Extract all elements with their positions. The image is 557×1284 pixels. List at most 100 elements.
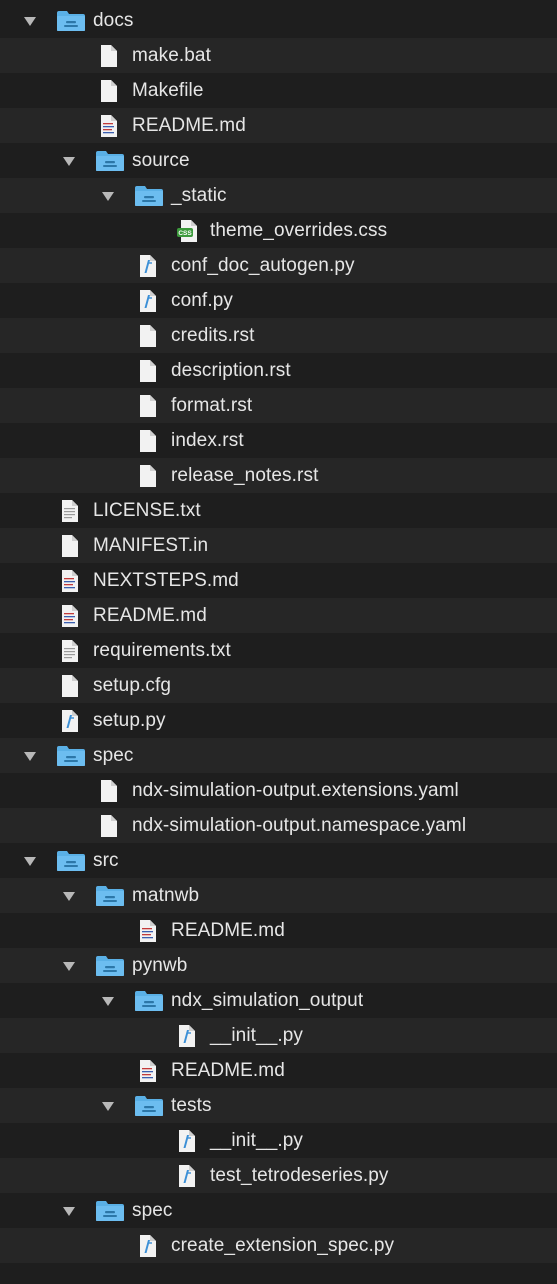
tree-file-row[interactable]: ndx-simulation-output.namespace.yaml: [0, 808, 557, 843]
file-name: release_notes.rst: [171, 465, 319, 486]
file-name: setup.cfg: [93, 675, 172, 696]
tree-folder-row[interactable]: pynwb: [0, 948, 557, 983]
folder-icon: [134, 178, 164, 213]
folder-name: tests: [171, 1095, 212, 1116]
tree-file-row[interactable]: Makefile: [0, 73, 557, 108]
file-name: credits.rst: [171, 325, 255, 346]
markdown-file-icon: [138, 913, 158, 948]
markdown-file-icon: [138, 1053, 158, 1088]
disclosure-chevron-down-icon[interactable]: [59, 143, 79, 178]
file-name: NEXTSTEPS.md: [93, 570, 239, 591]
disclosure-chevron-down-icon[interactable]: [20, 843, 40, 878]
disclosure-chevron-down-icon[interactable]: [59, 878, 79, 913]
python-file-icon: [177, 1018, 197, 1053]
file-name: conf.py: [171, 290, 233, 311]
file-icon: [138, 353, 158, 388]
tree-folder-row[interactable]: _static: [0, 178, 557, 213]
folder-icon: [56, 843, 86, 878]
file-icon: [138, 458, 158, 493]
tree-folder-row[interactable]: tests: [0, 1088, 557, 1123]
tree-file-row[interactable]: CSS theme_overrides.css: [0, 213, 557, 248]
disclosure-chevron-down-icon[interactable]: [98, 178, 118, 213]
markdown-file-icon: [60, 598, 80, 633]
tree-folder-row[interactable]: matnwb: [0, 878, 557, 913]
text-file-icon: [60, 633, 80, 668]
tree-file-row[interactable]: NEXTSTEPS.md: [0, 563, 557, 598]
disclosure-chevron-down-icon[interactable]: [98, 1088, 118, 1123]
disclosure-chevron-down-icon[interactable]: [59, 948, 79, 983]
python-file-icon: [138, 283, 158, 318]
tree-file-row[interactable]: release_notes.rst: [0, 458, 557, 493]
file-name: format.rst: [171, 395, 253, 416]
tree-file-row[interactable]: make.bat: [0, 38, 557, 73]
folder-icon: [95, 143, 125, 178]
file-name: index.rst: [171, 430, 244, 451]
disclosure-chevron-down-icon[interactable]: [59, 1193, 79, 1228]
tree-file-row[interactable]: requirements.txt: [0, 633, 557, 668]
python-file-icon: [177, 1123, 197, 1158]
folder-name: matnwb: [132, 885, 200, 906]
tree-file-row[interactable]: LICENSE.txt: [0, 493, 557, 528]
tree-folder-row[interactable]: spec: [0, 738, 557, 773]
tree-folder-row[interactable]: source: [0, 143, 557, 178]
folder-name: docs: [93, 10, 134, 31]
python-file-icon: [60, 703, 80, 738]
tree-file-row[interactable]: README.md: [0, 913, 557, 948]
python-file-icon: [138, 248, 158, 283]
file-icon: [138, 388, 158, 423]
file-name: create_extension_spec.py: [171, 1235, 395, 1256]
file-name: make.bat: [132, 45, 211, 66]
file-name: ndx-simulation-output.extensions.yaml: [132, 780, 459, 801]
tree-file-row[interactable]: __init__.py: [0, 1018, 557, 1053]
disclosure-chevron-down-icon[interactable]: [20, 3, 40, 38]
file-name: conf_doc_autogen.py: [171, 255, 355, 276]
disclosure-chevron-down-icon[interactable]: [20, 738, 40, 773]
folder-name: spec: [132, 1200, 173, 1221]
folder-icon: [56, 738, 86, 773]
tree-file-row[interactable]: README.md: [0, 1053, 557, 1088]
folder-name: spec: [93, 745, 134, 766]
folder-name: _static: [171, 185, 227, 206]
tree-file-row[interactable]: description.rst: [0, 353, 557, 388]
tree-folder-row[interactable]: docs: [0, 3, 557, 38]
folder-name: src: [93, 850, 119, 871]
disclosure-chevron-down-icon[interactable]: [98, 983, 118, 1018]
file-name: Makefile: [132, 80, 204, 101]
tree-file-row[interactable]: test_tetrodeseries.py: [0, 1158, 557, 1193]
svg-text:CSS: CSS: [178, 230, 192, 237]
file-name: requirements.txt: [93, 640, 231, 661]
tree-file-row[interactable]: credits.rst: [0, 318, 557, 353]
folder-icon: [95, 878, 125, 913]
tree-folder-row[interactable]: spec: [0, 1193, 557, 1228]
folder-icon: [134, 983, 164, 1018]
file-icon: [99, 808, 119, 843]
tree-folder-row[interactable]: src: [0, 843, 557, 878]
tree-file-row[interactable]: __init__.py: [0, 1123, 557, 1158]
tree-folder-row[interactable]: ndx_simulation_output: [0, 983, 557, 1018]
file-name: README.md: [171, 1060, 285, 1081]
file-name: MANIFEST.in: [93, 535, 209, 556]
tree-file-row[interactable]: index.rst: [0, 423, 557, 458]
python-file-icon: [138, 1228, 158, 1263]
file-icon: [99, 38, 119, 73]
tree-file-row[interactable]: setup.cfg: [0, 668, 557, 703]
tree-file-row[interactable]: README.md: [0, 108, 557, 143]
tree-file-row[interactable]: README.md: [0, 598, 557, 633]
tree-file-row[interactable]: ndx-simulation-output.extensions.yaml: [0, 773, 557, 808]
python-file-icon: [177, 1158, 197, 1193]
file-name: theme_overrides.css: [210, 220, 388, 241]
file-name: __init__.py: [210, 1025, 304, 1046]
text-file-icon: [60, 493, 80, 528]
file-name: __init__.py: [210, 1130, 304, 1151]
markdown-file-icon: [60, 563, 80, 598]
tree-file-row[interactable]: create_extension_spec.py: [0, 1228, 557, 1263]
tree-file-row[interactable]: conf_doc_autogen.py: [0, 248, 557, 283]
tree-file-row[interactable]: conf.py: [0, 283, 557, 318]
tree-file-row[interactable]: format.rst: [0, 388, 557, 423]
file-icon: [60, 668, 80, 703]
tree-file-row[interactable]: setup.py: [0, 703, 557, 738]
file-name: test_tetrodeseries.py: [210, 1165, 389, 1186]
markdown-file-icon: [99, 108, 119, 143]
tree-file-row[interactable]: MANIFEST.in: [0, 528, 557, 563]
file-name: README.md: [132, 115, 246, 136]
